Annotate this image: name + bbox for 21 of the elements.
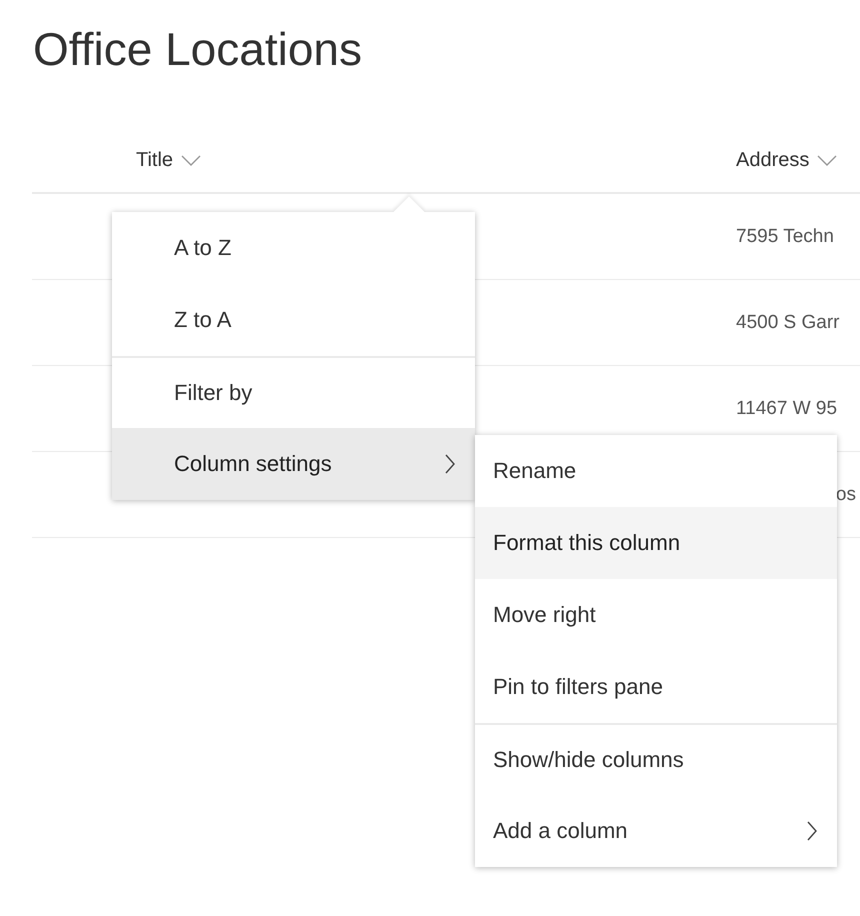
menu-item[interactable]: Z to A (112, 284, 475, 356)
chevron-right-icon (445, 454, 455, 474)
menu-item[interactable]: A to Z (112, 212, 475, 284)
chevron-down-icon (181, 154, 202, 166)
column-header[interactable]: Title (136, 148, 202, 172)
menu-item[interactable]: Move right (475, 579, 837, 651)
table-cell-text: 4500 S Garr (736, 312, 840, 334)
menu-item[interactable]: Filter by (112, 356, 475, 428)
menu-item[interactable]: Rename (475, 435, 837, 507)
page-title: Office Locations (32, 22, 364, 77)
menu-item[interactable]: Add a column (475, 795, 837, 867)
column-header[interactable]: Address (736, 148, 838, 172)
menu-item[interactable]: Format this column (475, 507, 837, 579)
table-cell-text: 11467 W 95 (736, 398, 838, 420)
table-cell-text: 7595 Techn (736, 226, 835, 248)
chevron-right-icon (807, 821, 817, 841)
chevron-down-icon (817, 154, 838, 166)
table-cell-text: os (834, 484, 857, 506)
menu-item[interactable]: Pin to filters pane (475, 651, 837, 723)
menu-item[interactable]: Column settings (112, 428, 475, 500)
menu-item[interactable]: Show/hide columns (475, 723, 837, 795)
